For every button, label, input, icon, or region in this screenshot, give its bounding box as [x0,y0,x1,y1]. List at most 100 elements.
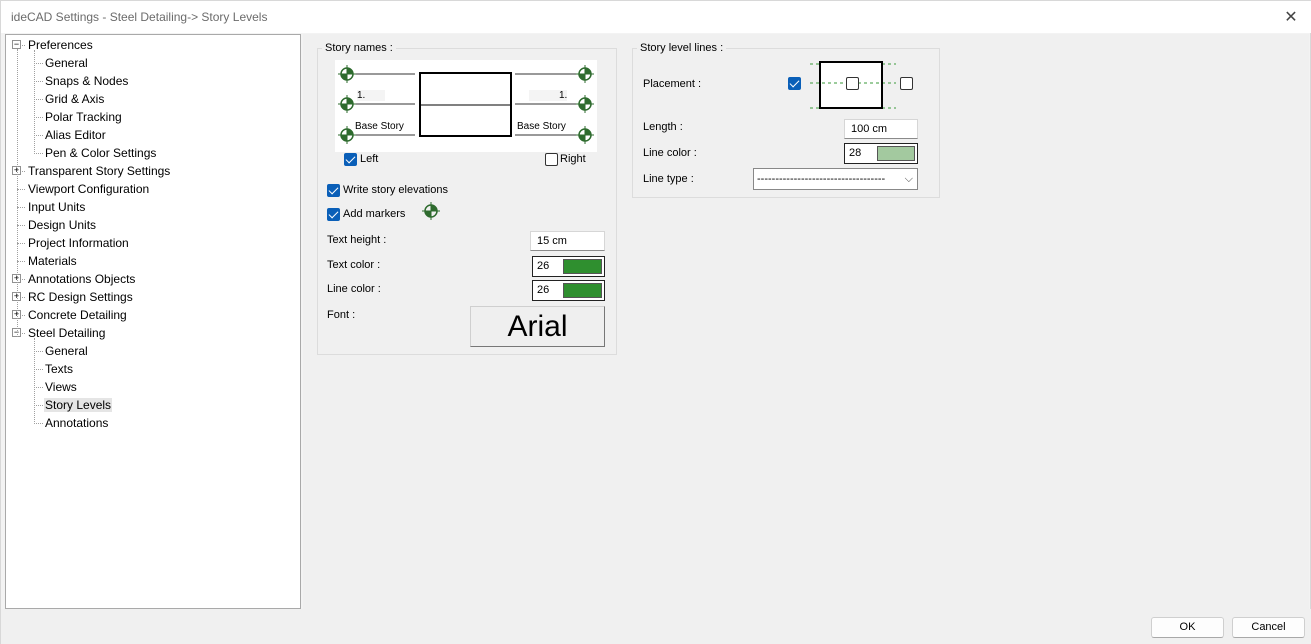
tree-item[interactable]: Concrete Detailing [27,306,128,324]
tree-item[interactable]: Transparent Story Settings [27,162,171,180]
line-type-value: ----------------------------------- [757,173,886,185]
tree-connector [17,261,25,262]
settings-tree[interactable]: − Preferences General Snaps & Nodes Grid & A… [5,34,301,609]
tree-connector [34,405,43,406]
window-title: ideCAD Settings - Steel Detailing-> Stor… [11,10,268,24]
left-label: Left [360,153,379,165]
text-color-picker[interactable]: 26 [532,256,605,277]
length-input[interactable]: 100 cm [844,119,918,139]
font-button[interactable]: Arial [470,306,605,347]
level-line-color-swatch [877,146,915,161]
tree-item[interactable]: Annotations Objects [27,270,136,288]
line-color-number: 26 [537,284,550,296]
right-label: Right [560,153,586,165]
text-color-number: 26 [537,260,550,272]
tree-item[interactable]: Design Units [27,216,97,234]
collapse-icon[interactable]: − [12,40,21,49]
preview-right-number: 1. [529,90,568,101]
cancel-button[interactable]: Cancel [1232,617,1305,638]
story-names-preview: 1. 1. Base Story Base Story [335,60,597,152]
tree-item-label: Steel Detailing [28,326,106,340]
tree-item[interactable]: RC Design Settings [27,288,134,306]
tree-item-label: Alias Editor [45,128,106,142]
tree-item[interactable]: Polar Tracking [44,108,123,126]
tree-item[interactable]: Input Units [27,198,86,216]
tree-item-label: Annotations [45,416,109,430]
tree-item[interactable]: General [44,54,89,72]
line-type-select[interactable]: ----------------------------------- ⌵ [753,168,918,190]
preview-left-base: Base Story [355,121,404,132]
tree-item[interactable]: Views [44,378,78,396]
tree-connector [34,338,35,422]
tree-item[interactable]: Texts [44,360,74,378]
line-color-picker[interactable]: 26 [532,280,605,301]
tree-item-label: Views [45,380,77,394]
story-level-lines-title: Story level lines : [637,42,727,54]
tree-connector [34,99,43,100]
preview-right-base: Base Story [517,121,566,132]
text-color-swatch [563,259,602,274]
font-label: Font : [327,309,356,321]
placement-center-checkbox[interactable] [846,77,859,90]
tree-item[interactable]: Viewport Configuration [27,180,150,198]
tree-item[interactable]: Materials [27,252,78,270]
settings-window: ideCAD Settings - Steel Detailing-> Stor… [0,0,1311,644]
line-color-swatch [563,283,602,298]
tree-item-label: Pen & Color Settings [45,146,157,160]
tree-item-label: Design Units [28,218,97,232]
text-height-label: Text height : [327,234,387,246]
tree-item-label: Snaps & Nodes [45,74,129,88]
tree-connector [17,225,25,226]
tree-item-label: Polar Tracking [45,110,122,124]
placement-right-checkbox[interactable] [900,77,913,90]
length-label: Length : [643,121,683,133]
level-line-color-label: Line color : [643,147,697,159]
tree-connector [34,135,43,136]
tree-connector [34,50,35,152]
tree-item-label: RC Design Settings [28,290,133,304]
tree-connector [34,81,43,82]
write-elevations-checkbox[interactable] [327,184,340,197]
tree-item[interactable]: Story Levels [44,396,113,414]
content-panel: Story names : 1. 1. Base Story Base Stor… [303,34,1309,609]
tree-connector [34,369,43,370]
marker-icon[interactable] [420,200,442,222]
tree-item-label: Concrete Detailing [28,308,127,322]
tree-connector [34,351,43,352]
tree-item[interactable]: Project Information [27,234,130,252]
line-type-label: Line type : [643,173,694,185]
tree-item[interactable]: Preferences [27,36,94,54]
close-icon[interactable]: ✕ [1278,5,1304,29]
tree-item-label: General [45,56,88,70]
tree-item[interactable]: Pen & Color Settings [44,144,157,162]
right-checkbox[interactable] [545,153,558,166]
tree-item[interactable]: Steel Detailing [27,324,106,342]
text-height-input[interactable]: 15 cm [530,231,605,251]
left-checkbox[interactable] [344,153,357,166]
tree-item-label: Viewport Configuration [28,182,150,196]
tree-connector [34,423,43,424]
tree-connector [17,49,18,337]
tree-connector [34,63,43,64]
tree-item-label: Transparent Story Settings [28,164,171,178]
tree-item[interactable]: Snaps & Nodes [44,72,129,90]
tree-item-label: Materials [28,254,77,268]
add-markers-checkbox[interactable] [327,208,340,221]
tree-item[interactable]: General [44,342,89,360]
tree-item[interactable]: Grid & Axis [44,90,105,108]
tree-connector [34,387,43,388]
tree-item-label: General [45,344,88,358]
tree-item-label: Grid & Axis [45,92,105,106]
title-bar: ideCAD Settings - Steel Detailing-> Stor… [1,1,1311,33]
tree-connector [17,207,25,208]
placement-left-checkbox[interactable] [788,77,801,90]
tree-item[interactable]: Annotations [44,414,109,432]
preview-left-number: 1. [357,90,386,101]
ok-button[interactable]: OK [1151,617,1224,638]
placement-label: Placement : [643,78,702,90]
tree-item-label: Preferences [28,38,93,52]
tree-item[interactable]: Alias Editor [44,126,107,144]
level-line-color-number: 28 [849,147,862,159]
level-line-color-picker[interactable]: 28 [844,143,918,164]
text-color-label: Text color : [327,259,381,271]
